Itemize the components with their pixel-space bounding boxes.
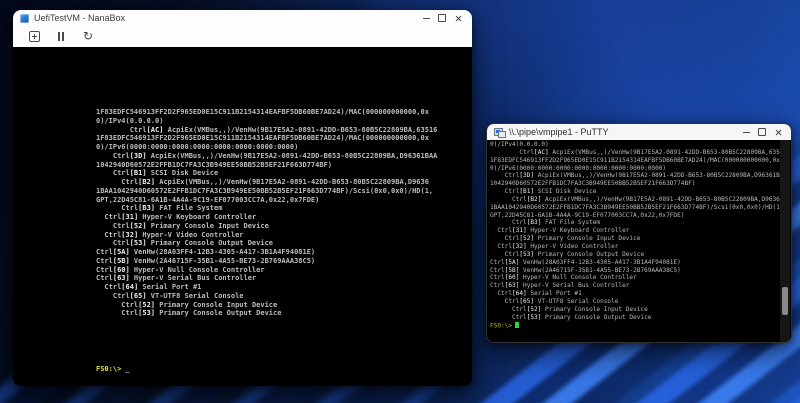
console-line: Ctrl[5A] VenHw(28A03FF4-12B3-4305-A417-3…: [490, 259, 787, 267]
console-line: Ctrl[53] Primary Console Output Device: [490, 314, 787, 322]
close-button[interactable]: [450, 12, 466, 25]
minimize-icon: [743, 132, 750, 133]
console-line: Ctrl[63] Hyper-V Serial Bus Controller: [96, 274, 437, 283]
console-line: Ctrl[B2] AcpiEx(VMBus,,)/VenHw(9B17E5A2-…: [96, 178, 437, 187]
console-line: 1F83EDFC546913FF2D2F965ED0E15C911B215431…: [96, 134, 437, 143]
putty-prompt-line: FS0:\>: [490, 322, 519, 330]
block-cursor: [515, 322, 519, 328]
maximize-icon: [758, 128, 766, 136]
console-line: Ctrl[B1] SCSI Disk Device: [490, 188, 787, 196]
console-line: GPT,22D45C81-6A1B-4A4A-9C19-EF077003CC7A…: [490, 212, 787, 220]
close-icon: [455, 15, 462, 22]
console-line: Ctrl[32] Hyper-V Video Controller: [96, 231, 437, 240]
console-line: Ctrl[64] Serial Port #1: [490, 290, 787, 298]
console-line: Ctrl[52] Primary Console Input Device: [96, 301, 437, 310]
nanabox-titlebar[interactable]: UefiTestVM - NanaBox: [13, 10, 472, 26]
console-line: 1F83EDFC546913FF2D2F965ED0E15C911B215431…: [490, 157, 787, 165]
console-line: Ctrl[64] Serial Port #1: [96, 283, 437, 292]
minimize-icon: [423, 18, 430, 19]
console-line: Ctrl[52] Primary Console Input Device: [96, 222, 437, 231]
console-line: Ctrl[60] Hyper-V Null Console Controller: [490, 274, 787, 282]
console-line: Ctrl[B2] AcpiEx(VMBus,,)/VenHw(9B17E5A2-…: [490, 196, 787, 204]
console-line: Ctrl[3D] AcpiEx(VMBus,,)/VenHw(9B17E5A2-…: [96, 152, 437, 161]
putty-scrollbar[interactable]: [780, 140, 790, 342]
nanabox-vm-console[interactable]: 1F83EDFC546913FF2D2F965ED0E15C911B215431…: [13, 47, 472, 386]
nanabox-console-text: 1F83EDFC546913FF2D2F965ED0E15C911B215431…: [96, 108, 437, 318]
console-line: Ctrl[65] VT-UTF8 Serial Console: [96, 292, 437, 301]
nanabox-prompt-line: FS0:\> _: [96, 365, 130, 374]
console-line: Ctrl[AC] AcpiEx(VMBus,,)/VenHw(9B17E5A2-…: [490, 149, 787, 157]
console-line: Ctrl[31] Hyper-V Keyboard Controller: [96, 213, 437, 222]
console-line: Ctrl[B3] FAT File System: [96, 204, 437, 213]
console-line: Ctrl[53] Primary Console Output Device: [96, 239, 437, 248]
putty-icon: [494, 128, 504, 137]
console-line: Ctrl[53] Primary Console Output Device: [490, 251, 787, 259]
maximize-button[interactable]: [434, 12, 450, 25]
shell-prompt: FS0:\>: [490, 322, 512, 329]
fullscreen-icon: [29, 31, 40, 42]
shell-prompt: FS0:\>: [96, 365, 121, 373]
console-line: Ctrl[B3] FAT File System: [490, 219, 787, 227]
putty-window-title: \\.\pipe\vmpipe1 - PuTTY: [509, 127, 609, 137]
console-line: Ctrl[32] Hyper-V Video Controller: [490, 243, 787, 251]
nanabox-toolbar: ↻: [13, 26, 472, 47]
minimize-button[interactable]: [738, 126, 754, 139]
restart-button[interactable]: ↻: [81, 30, 95, 44]
putty-console-text: 0)/IPv4(0.0.0.0) Ctrl[AC] AcpiEx(VMBus,,…: [490, 141, 787, 321]
putty-titlebar[interactable]: \\.\pipe\vmpipe1 - PuTTY: [487, 124, 791, 140]
console-line: Ctrl[AC] AcpiEx(VMBus,,)/VenHw(9B17E5A2-…: [96, 126, 437, 135]
close-button[interactable]: [770, 126, 786, 139]
desktop: UefiTestVM - NanaBox ↻ 1F83EDFC546913FF2…: [0, 0, 800, 403]
console-line: Ctrl[52] Primary Console Input Device: [490, 306, 787, 314]
putty-window: \\.\pipe\vmpipe1 - PuTTY 0)/IPv4(0.0.0.0…: [486, 123, 792, 343]
pause-icon: [58, 32, 64, 41]
fullscreen-button[interactable]: [27, 30, 41, 44]
console-line: 0)/IPv4(0.0.0.0): [96, 117, 437, 126]
console-line: Ctrl[52] Primary Console Input Device: [490, 235, 787, 243]
maximize-button[interactable]: [754, 126, 770, 139]
restart-icon: ↻: [83, 32, 93, 41]
nanabox-app-icon: [20, 14, 29, 23]
putty-terminal[interactable]: 0)/IPv4(0.0.0.0) Ctrl[AC] AcpiEx(VMBus,,…: [487, 140, 791, 342]
console-line: 0)/IPv6(0000:0000:0000:0000:0000:0000:00…: [490, 165, 787, 173]
nanabox-window-title: UefiTestVM - NanaBox: [34, 13, 125, 23]
console-line: Ctrl[65] VT-UTF8 Serial Console: [490, 298, 787, 306]
console-line: 1042940D60572E2FFB1DC7FA3C3B949EE50BB52B…: [96, 161, 437, 170]
close-icon: [775, 129, 782, 136]
console-line: 1BAA1042940D60572E2FFB1DC7FA3C3B949EE50B…: [96, 187, 437, 196]
console-line: Ctrl[53] Primary Console Output Device: [96, 309, 437, 318]
console-line: Ctrl[5B] VenHw(2A46715F-35B1-4A55-BE73-2…: [96, 257, 437, 266]
minimize-button[interactable]: [418, 12, 434, 25]
scrollbar-thumb[interactable]: [782, 287, 788, 315]
nanabox-window: UefiTestVM - NanaBox ↻ 1F83EDFC546913FF2…: [13, 10, 472, 386]
console-line: Ctrl[60] Hyper-V Null Console Controller: [96, 266, 437, 275]
console-line: Ctrl[31] Hyper-V Keyboard Controller: [490, 227, 787, 235]
console-line: 0)/IPv4(0.0.0.0): [490, 141, 787, 149]
console-line: Ctrl[63] Hyper-V Serial Bus Controller: [490, 282, 787, 290]
console-line: 0)/IPv6(0000:0000:0000:0000:0000:0000:00…: [96, 143, 437, 152]
text-cursor: _: [125, 365, 129, 373]
console-line: Ctrl[5A] VenHw(28A03FF4-12B3-4305-A417-3…: [96, 248, 437, 257]
console-line: 1042940D60572E2FFB1DC7FA3C3B949EE50BB52B…: [490, 180, 787, 188]
console-line: Ctrl[5B] VenHw(2A46715F-35B1-4A55-BE73-2…: [490, 267, 787, 275]
pause-button[interactable]: [54, 30, 68, 44]
console-line: Ctrl[B1] SCSI Disk Device: [96, 169, 437, 178]
console-line: GPT,22D45C81-6A1B-4A4A-9C19-EF077003CC7A…: [96, 196, 437, 205]
console-line: 1F83EDFC546913FF2D2F965ED0E15C911B215431…: [96, 108, 437, 117]
console-line: 1BAA1042940D60572E2FFB1DC7FA3C3B949EE50B…: [490, 204, 787, 212]
maximize-icon: [438, 14, 446, 22]
console-line: Ctrl[3D] AcpiEx(VMBus,,)/VenHw(9B17E5A2-…: [490, 172, 787, 180]
